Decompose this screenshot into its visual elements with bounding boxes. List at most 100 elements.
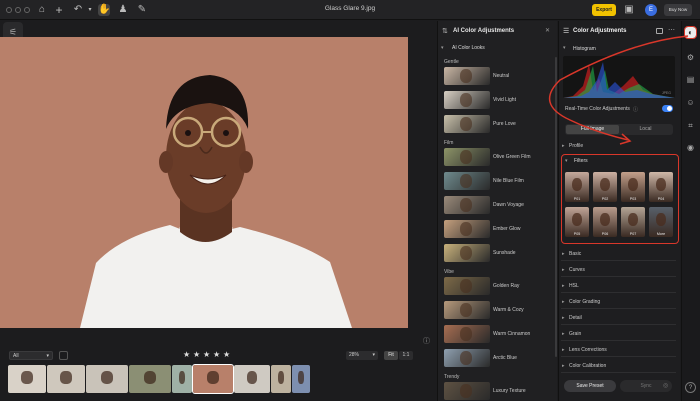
look-thumbnail[interactable] <box>444 196 490 214</box>
look-name[interactable]: Olive Green Film <box>493 154 531 160</box>
filter-preset[interactable]: P03 <box>621 172 645 202</box>
filmstrip-thumbnail[interactable] <box>271 365 291 393</box>
zoom-window-button[interactable] <box>24 7 30 13</box>
filter-preset[interactable]: P07 <box>621 207 645 237</box>
look-name[interactable]: Arctic Blue <box>493 355 517 361</box>
filter-preset[interactable]: P05 <box>565 207 589 237</box>
chevron-down-icon[interactable]: ▾ <box>441 45 444 51</box>
filters-label[interactable]: Filters <box>574 158 588 164</box>
adjust-icon[interactable]: ⚙ <box>685 52 696 63</box>
look-name[interactable]: Dawn Voyage <box>493 202 524 208</box>
look-name[interactable]: Ember Glow <box>493 226 521 232</box>
filmstrip-thumbnail[interactable] <box>47 365 85 393</box>
one-to-one-button[interactable]: 1:1 <box>399 351 413 360</box>
look-name[interactable]: Sunshade <box>493 250 516 256</box>
camera-icon[interactable]: ◉ <box>685 142 696 153</box>
look-thumbnail[interactable] <box>444 382 490 400</box>
close-icon[interactable]: ✕ <box>545 27 550 34</box>
section-basic[interactable]: Basic <box>561 247 676 261</box>
look-thumbnail[interactable] <box>444 172 490 190</box>
rating-star[interactable]: ★ <box>193 350 200 359</box>
chevron-down-icon[interactable]: ▾ <box>563 45 566 51</box>
export-button[interactable]: Export <box>592 4 616 16</box>
look-thumbnail[interactable] <box>444 91 490 109</box>
portrait-icon[interactable]: ☺ <box>685 97 696 108</box>
look-thumbnail[interactable] <box>444 325 490 343</box>
filmstrip-thumbnail[interactable] <box>292 365 310 393</box>
histogram-label[interactable]: Histogram <box>573 46 596 52</box>
info-icon[interactable]: ⓘ <box>423 336 430 346</box>
buy-now-button[interactable]: Buy Now <box>664 4 692 16</box>
ai-looks-header[interactable]: AI Color Looks <box>452 45 485 51</box>
compare-icon[interactable] <box>59 351 68 360</box>
main-photo[interactable] <box>0 37 408 328</box>
fit-button[interactable]: Fit <box>384 351 398 360</box>
rating-star[interactable]: ★ <box>203 350 210 359</box>
brush-icon[interactable]: ✎ <box>136 4 148 16</box>
section-color-calibration[interactable]: Color Calibration <box>561 359 676 373</box>
look-thumbnail[interactable] <box>444 148 490 166</box>
look-thumbnail[interactable] <box>444 244 490 262</box>
home-icon[interactable]: ⌂ <box>36 4 48 16</box>
chevron-down-icon[interactable]: ▾ <box>84 4 96 16</box>
more-icon[interactable]: ⋯ <box>668 26 675 34</box>
realtime-toggle[interactable] <box>662 105 673 112</box>
look-thumbnail[interactable] <box>444 67 490 85</box>
look-name[interactable]: Warm Cinnamon <box>493 331 530 337</box>
look-name[interactable]: Pure Love <box>493 121 516 127</box>
filmstrip-thumbnail[interactable] <box>234 365 270 393</box>
filmstrip-thumbnail[interactable] <box>8 365 46 393</box>
rating-star[interactable]: ★ <box>183 350 190 359</box>
rating-star[interactable]: ★ <box>213 350 220 359</box>
look-thumbnail[interactable] <box>444 220 490 238</box>
filter-preset[interactable]: P04 <box>649 172 673 202</box>
look-thumbnail[interactable] <box>444 349 490 367</box>
filter-preset[interactable]: P02 <box>593 172 617 202</box>
stamp-icon[interactable]: ♟ <box>117 4 129 16</box>
local-tab[interactable]: Local <box>619 125 672 134</box>
close-window-button[interactable] <box>6 7 12 13</box>
rating-star[interactable]: ★ <box>223 350 230 359</box>
section-grain[interactable]: Grain <box>561 327 676 341</box>
filter-preset[interactable]: P01 <box>565 172 589 202</box>
layout-icon[interactable]: ▤ <box>685 74 696 85</box>
crop-icon[interactable]: ⌗ <box>685 120 696 131</box>
undo-icon[interactable]: ↶ <box>72 4 84 16</box>
look-name[interactable]: Vivid Light <box>493 97 516 103</box>
look-name[interactable]: Nile Blue Film <box>493 178 524 184</box>
section-lens-corrections[interactable]: Lens Corrections <box>561 343 676 357</box>
filmstrip-thumbnail[interactable] <box>172 365 192 393</box>
zoom-select[interactable]: 28% ▾ <box>346 351 378 360</box>
filmstrip-thumbnail[interactable] <box>129 365 171 393</box>
filmstrip-thumbnail[interactable] <box>192 364 234 394</box>
look-thumbnail[interactable] <box>444 115 490 133</box>
chevron-down-icon[interactable]: ▾ <box>565 158 568 164</box>
share-icon[interactable]: ▣ <box>623 4 635 16</box>
section-color-grading[interactable]: Color Grading <box>561 295 676 309</box>
full-image-tab[interactable]: Full Image <box>566 125 619 134</box>
color-palette-icon[interactable]: ◐ <box>684 26 697 39</box>
save-preset-button[interactable]: Save Preset <box>564 380 616 392</box>
look-name[interactable]: Warm & Cozy <box>493 307 524 313</box>
section-curves[interactable]: Curves <box>561 263 676 277</box>
info-icon[interactable]: ⓘ <box>633 106 638 113</box>
filmstrip-thumbnail[interactable] <box>86 365 128 393</box>
filter-select[interactable]: All ▾ <box>9 351 53 360</box>
section-detail[interactable]: Detail <box>561 311 676 325</box>
filter-preset[interactable]: P06 <box>593 207 617 237</box>
look-name[interactable]: Luxury Texture <box>493 388 526 394</box>
minimize-window-button[interactable] <box>15 7 21 13</box>
look-thumbnail[interactable] <box>444 277 490 295</box>
look-name[interactable]: Neutral <box>493 73 509 79</box>
hand-tool-icon[interactable]: ✋ <box>98 4 110 16</box>
panel-layout-icon[interactable] <box>656 28 663 34</box>
look-name[interactable]: Golden Ray <box>493 283 519 289</box>
section-hsl[interactable]: HSL <box>561 279 676 293</box>
scrollbar[interactable] <box>555 57 557 357</box>
avatar[interactable]: E <box>645 4 657 16</box>
filter-preset[interactable]: More <box>649 207 673 237</box>
look-thumbnail[interactable] <box>444 301 490 319</box>
help-icon[interactable]: ? <box>685 382 696 393</box>
add-icon[interactable]: + <box>53 4 65 16</box>
profile-row[interactable]: Profile <box>561 139 676 153</box>
